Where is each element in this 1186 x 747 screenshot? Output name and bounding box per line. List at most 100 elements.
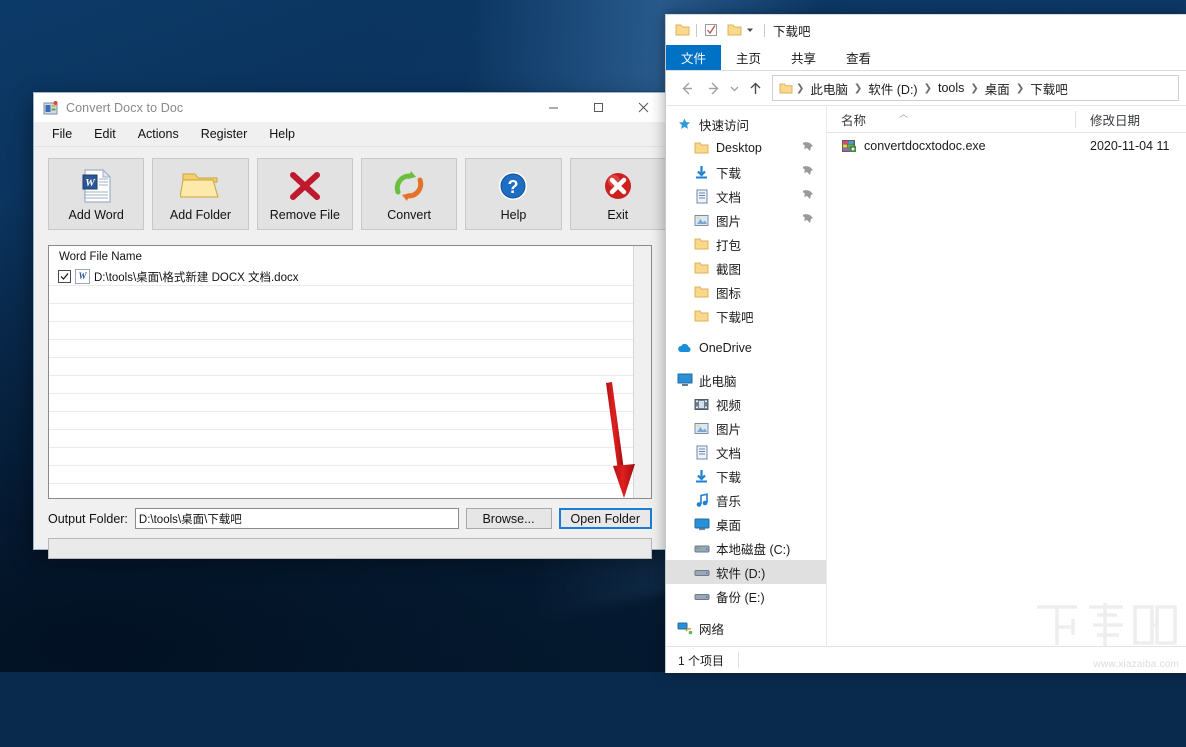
sidebar-item-backup-e[interactable]: 备份 (E:) [666,584,826,608]
breadcrumb-separator: ❯ [923,82,932,94]
tab-view[interactable]: 查看 [831,45,886,70]
sidebar-item-jietu[interactable]: 截图 [666,256,826,280]
customize-dropdown-icon[interactable] [742,22,758,38]
list-scrollbar[interactable] [633,246,651,498]
sidebar-item-network[interactable]: 网络 [666,616,826,640]
download-icon [693,164,710,181]
progress-bar [48,538,652,559]
up-arrow-icon[interactable] [742,75,768,101]
sidebar-item-downloads-qa[interactable]: 下载 [666,160,826,184]
help-label: Help [500,208,527,222]
word-file-list[interactable]: Word File Name W D:\tools\桌面\格式新建 DOCX 文… [48,245,652,499]
exit-label: Exit [607,208,629,222]
pin-icon[interactable] [802,142,814,153]
file-explorer-window: 下载吧 文件 主页 共享 查看 ❯ 此电脑 ❯ 软件 (D:) ❯ tools … [665,14,1186,673]
browse-button[interactable]: Browse... [465,508,552,529]
forward-arrow-icon[interactable] [700,75,726,101]
pictures-icon [693,420,710,437]
output-folder-input[interactable]: D:\tools\桌面\下载吧 [134,508,459,529]
sidebar-item-tubiao[interactable]: 图标 [666,280,826,304]
explorer-navigation-pane: 快速访问 Desktop 下载 文档 图片 打包 截图 图标 下载吧 OneDr… [666,106,827,646]
sidebar-item-documents[interactable]: 文档 [666,440,826,464]
chevron-down-icon[interactable] [726,75,742,101]
list-grid-line [49,412,651,430]
sidebar-item-desktop[interactable]: 桌面 [666,512,826,536]
maximize-icon[interactable] [576,93,621,122]
convert-button[interactable]: Convert [360,158,458,230]
help-button[interactable]: ? Help [465,158,562,230]
breadcrumb-item-0[interactable]: 此电脑 [806,79,852,98]
blue-question-icon: ? [493,165,533,207]
system-drive-icon [693,540,710,557]
menu-item-help[interactable]: Help [258,124,306,144]
minimize-icon[interactable] [531,93,576,122]
sidebar-item-label: 截图 [716,262,742,277]
music-icon [693,492,710,509]
close-icon[interactable] [621,93,666,122]
list-grid-line [49,394,651,412]
red-x-icon [285,165,325,207]
sidebar-item-videos[interactable]: 视频 [666,392,826,416]
column-header-modified[interactable]: 修改日期 [1076,110,1140,129]
sidebar-item-xiazaiba[interactable]: 下载吧 [666,304,826,328]
sidebar-item-music[interactable]: 音乐 [666,488,826,512]
list-item[interactable]: convertdocxtodoc.exe 2020-11-04 11 [827,133,1186,159]
tab-home[interactable]: 主页 [721,45,776,70]
sidebar-item-pictures-qa[interactable]: 图片 [666,208,826,232]
table-row[interactable]: W D:\tools\桌面\格式新建 DOCX 文档.docx [49,268,651,286]
new-folder-icon[interactable] [726,22,742,38]
folder-icon [693,140,710,157]
explorer-body: 快速访问 Desktop 下载 文档 图片 打包 截图 图标 下载吧 OneDr… [666,106,1186,646]
pin-icon[interactable] [802,214,814,225]
svg-text:W: W [85,177,96,189]
menu-item-edit[interactable]: Edit [83,124,127,144]
add-folder-button[interactable]: Add Folder [152,158,249,230]
app-titlebar[interactable]: Convert Docx to Doc [34,93,666,122]
folder-icon[interactable] [674,22,690,38]
sidebar-item-label: OneDrive [699,341,752,355]
sidebar-item-pictures[interactable]: 图片 [666,416,826,440]
add-word-button[interactable]: W Add Word [48,158,145,230]
sidebar-item-quick-access[interactable]: 快速访问 [666,112,826,136]
sidebar-item-label: 文档 [716,190,742,205]
column-header-name[interactable]: 名称 [827,110,1075,129]
sidebar-item-local-disk-c[interactable]: 本地磁盘 (C:) [666,536,826,560]
sidebar-item-this-pc[interactable]: 此电脑 [666,368,826,392]
window-caption-buttons [531,93,666,122]
menu-item-actions[interactable]: Actions [127,124,190,144]
sidebar-item-label: 图片 [716,422,742,437]
list-grid-line [49,448,651,466]
exit-button[interactable]: Exit [569,158,666,230]
sidebar-item-label: 软件 (D:) [716,566,766,581]
properties-icon[interactable] [703,22,719,38]
pin-icon[interactable] [802,190,814,201]
add-folder-label: Add Folder [169,208,232,222]
output-folder-label: Output Folder: [48,511,128,526]
remove-file-button[interactable]: Remove File [256,158,353,230]
sidebar-item-documents-qa[interactable]: 文档 [666,184,826,208]
menu-item-file[interactable]: File [41,124,83,144]
tab-share[interactable]: 共享 [776,45,831,70]
breadcrumb-item-1[interactable]: 软件 (D:) [864,79,921,98]
sidebar-item-label: 下载 [716,166,742,181]
explorer-titlebar[interactable]: 下载吧 [666,15,1186,45]
breadcrumb-item-4[interactable]: 下载吧 [1026,79,1072,98]
sidebar-item-desktop-qa[interactable]: Desktop [666,136,826,160]
sidebar-item-onedrive[interactable]: OneDrive [666,336,826,360]
sidebar-item-downloads[interactable]: 下载 [666,464,826,488]
pin-icon[interactable] [802,166,814,177]
sidebar-item-software-d[interactable]: 软件 (D:) [666,560,826,584]
watermark-url: www.xiazaiba.com [1093,659,1179,670]
open-folder-button[interactable]: Open Folder [558,508,652,529]
row-checkbox[interactable] [58,270,71,283]
breadcrumb-item-2[interactable]: tools [934,81,968,95]
sidebar-item-dabao[interactable]: 打包 [666,232,826,256]
folder-icon [693,284,710,301]
breadcrumb-item-3[interactable]: 桌面 [981,79,1014,98]
menu-item-register[interactable]: Register [190,124,259,144]
breadcrumb[interactable]: ❯ 此电脑 ❯ 软件 (D:) ❯ tools ❯ 桌面 ❯ 下载吧 [772,75,1179,101]
documents-icon [693,444,710,461]
sidebar-item-label: 文档 [716,446,742,461]
tab-file[interactable]: 文件 [666,45,722,70]
back-arrow-icon[interactable] [674,75,700,101]
